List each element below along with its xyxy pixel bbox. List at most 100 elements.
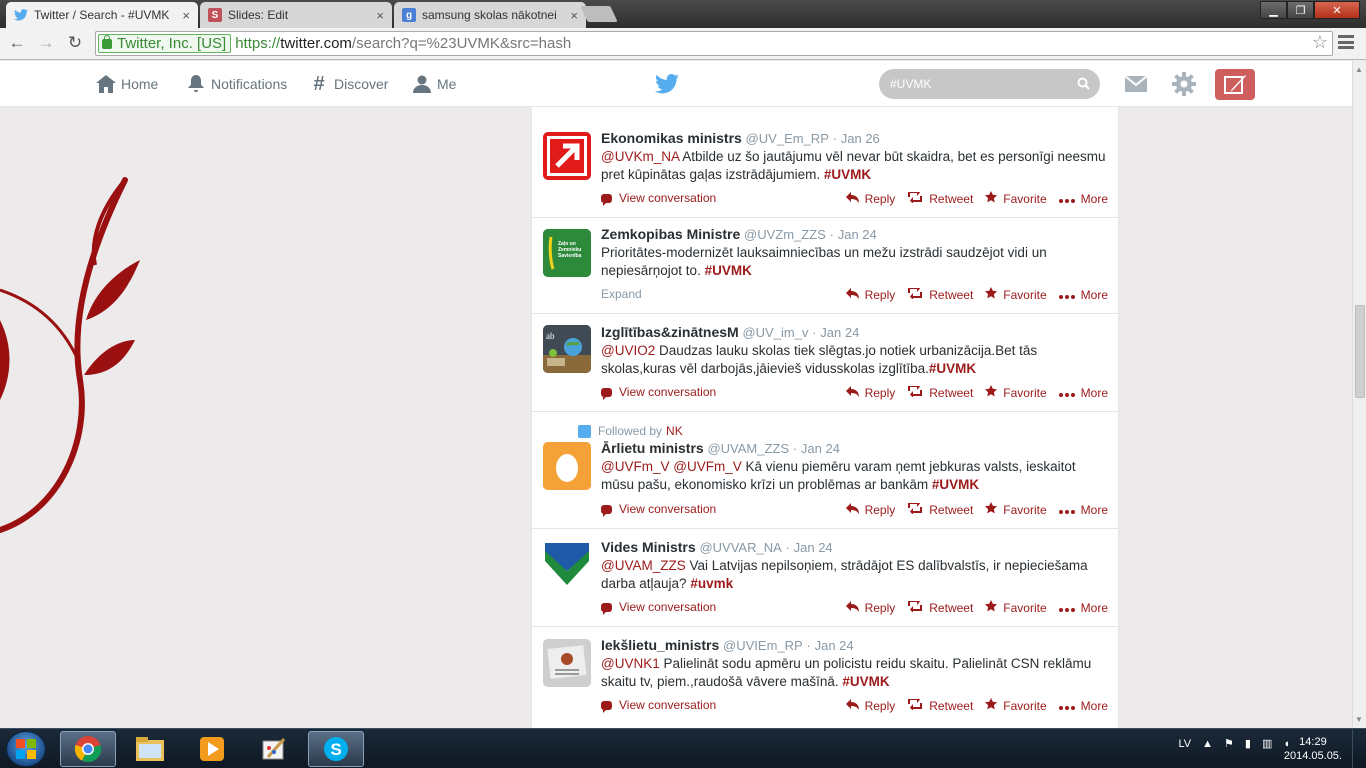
retweet-button[interactable]: Retweet xyxy=(907,695,973,713)
language-indicator[interactable]: LV xyxy=(1178,738,1191,750)
more-button[interactable]: More xyxy=(1058,601,1108,615)
battery-icon[interactable]: ▮ xyxy=(1245,737,1251,750)
more-button[interactable]: More xyxy=(1058,288,1108,302)
chrome-menu-icon[interactable] xyxy=(1338,35,1354,49)
avatar[interactable]: Zaļo un Zemnieku Savienība xyxy=(543,229,591,277)
view-conversation-link[interactable]: View conversation xyxy=(601,600,716,615)
tweet-author-handle[interactable]: @UVVAR_NA xyxy=(699,540,781,555)
view-conversation-link[interactable]: View conversation xyxy=(601,191,716,206)
taskbar-paint[interactable] xyxy=(246,731,302,767)
address-bar[interactable]: Twitter, Inc. [US] https://twitter.com/s… xyxy=(95,31,1333,56)
scroll-down-arrow-icon[interactable]: ▼ xyxy=(1355,715,1363,724)
tweet-hashtag-link[interactable]: #UVMK xyxy=(932,477,979,492)
reply-button[interactable]: Reply xyxy=(845,191,895,206)
settings-gear-icon[interactable] xyxy=(1171,71,1197,97)
avatar[interactable] xyxy=(543,132,591,180)
reply-button[interactable]: Reply xyxy=(845,502,895,517)
favorite-button[interactable]: Favorite xyxy=(985,385,1047,400)
favorite-button[interactable]: Favorite xyxy=(985,502,1047,517)
taskbar-chrome[interactable] xyxy=(60,731,116,767)
nav-me[interactable]: Me xyxy=(411,73,456,95)
taskbar-media-player[interactable] xyxy=(184,731,240,767)
view-conversation-link[interactable]: View conversation xyxy=(601,698,716,713)
window-close-button[interactable]: ✕ xyxy=(1314,1,1360,19)
tweet-mention-link[interactable]: @UVIO2 xyxy=(601,343,655,358)
reload-icon[interactable]: ↻ xyxy=(64,32,86,54)
tweet-mention-link[interactable]: @UVNK1 xyxy=(601,656,660,671)
url-text[interactable]: https://twitter.com/search?q=%23UVMK&src… xyxy=(235,35,571,52)
tweet-date[interactable]: Jan 24 xyxy=(794,540,833,555)
more-button[interactable]: More xyxy=(1058,699,1108,713)
retweet-button[interactable]: Retweet xyxy=(907,284,973,302)
bookmark-star-icon[interactable]: ☆ xyxy=(1312,32,1328,53)
view-conversation-link[interactable]: View conversation xyxy=(601,502,716,517)
tweet-date[interactable]: Jan 26 xyxy=(841,131,880,146)
forward-arrow-icon[interactable]: → xyxy=(35,32,57,54)
start-button[interactable] xyxy=(6,731,46,767)
retweet-button[interactable]: Retweet xyxy=(907,499,973,517)
tweet-author-handle[interactable]: @UV_Em_RP xyxy=(746,131,829,146)
tweet-hashtag-link[interactable]: #UVMK xyxy=(824,167,871,182)
scroll-up-arrow-icon[interactable]: ▲ xyxy=(1355,65,1363,74)
back-arrow-icon[interactable]: ← xyxy=(6,32,28,54)
page-scrollbar[interactable]: ▲ ▼ xyxy=(1352,61,1366,728)
reply-button[interactable]: Reply xyxy=(845,600,895,615)
taskbar-explorer[interactable] xyxy=(122,731,178,767)
retweet-button[interactable]: Retweet xyxy=(907,597,973,615)
favorite-button[interactable]: Favorite xyxy=(985,287,1047,302)
tweet-author-name[interactable]: Ārlietu ministrs xyxy=(601,440,704,456)
tweet-author-name[interactable]: Iekšlietu_ministrs xyxy=(601,637,719,653)
search-icon[interactable] xyxy=(1077,77,1090,90)
tweet-mention-link[interactable]: @UVKm_NA xyxy=(601,149,679,164)
tweet-mention-link[interactable]: @UVAM_ZZS xyxy=(601,558,686,573)
search-input[interactable]: #UVMK xyxy=(879,69,1100,99)
maximize-button[interactable]: ❐ xyxy=(1287,1,1314,19)
more-button[interactable]: More xyxy=(1058,386,1108,400)
scrollbar-thumb[interactable] xyxy=(1355,305,1365,398)
tweet-hashtag-link[interactable]: #UVMK xyxy=(705,263,752,278)
reply-button[interactable]: Reply xyxy=(845,698,895,713)
tab-close-icon[interactable]: × xyxy=(570,8,578,23)
avatar[interactable] xyxy=(543,541,591,589)
tweet-date[interactable]: Jan 24 xyxy=(801,441,840,456)
favorite-button[interactable]: Favorite xyxy=(985,191,1047,206)
tweet-mention-link[interactable]: @UVFm_V xyxy=(673,459,741,474)
more-button[interactable]: More xyxy=(1058,192,1108,206)
avatar[interactable] xyxy=(543,442,591,490)
nav-home[interactable]: Home xyxy=(95,73,158,95)
tweet-date[interactable]: Jan 24 xyxy=(815,638,854,653)
reply-button[interactable]: Reply xyxy=(845,287,895,302)
nav-notifications[interactable]: Notifications xyxy=(185,73,287,95)
compose-tweet-button[interactable] xyxy=(1215,69,1255,100)
minimize-button[interactable]: ▁ xyxy=(1260,1,1287,19)
tweet-mention-link[interactable]: @UVFm_V xyxy=(601,459,669,474)
tweet[interactable]: Vides Ministrs @UVVAR_NA · Jan 24 @UVAM_… xyxy=(532,529,1118,627)
tweet[interactable]: ab Izglītības&zinātnesM @UV_im_v · Jan 2… xyxy=(532,314,1118,412)
action-center-flag-icon[interactable]: ⚑ xyxy=(1224,737,1234,750)
tray-expand-icon[interactable]: ▲ xyxy=(1202,738,1213,750)
favorite-button[interactable]: Favorite xyxy=(985,600,1047,615)
tab-google-search[interactable]: g samsung skolas nākotnei × xyxy=(394,2,586,28)
tweet[interactable]: Zaļo un Zemnieku Savienība Zemkopibas Mini… xyxy=(532,218,1118,314)
tab-close-icon[interactable]: × xyxy=(376,8,384,23)
retweet-button[interactable]: Retweet xyxy=(907,188,973,206)
taskbar-skype[interactable]: S xyxy=(308,731,364,767)
tweet-author-name[interactable]: Vides Ministrs xyxy=(601,539,696,555)
retweet-button[interactable]: Retweet xyxy=(907,382,973,400)
tweet-author-handle[interactable]: @UVAM_ZZS xyxy=(707,441,789,456)
network-icon[interactable]: ▥ xyxy=(1262,737,1272,750)
avatar[interactable] xyxy=(543,639,591,687)
tweet-author-name[interactable]: Izglītības&zinātnesM xyxy=(601,324,739,340)
tweet-date[interactable]: Jan 24 xyxy=(838,227,877,242)
tweet-date[interactable]: Jan 24 xyxy=(820,325,859,340)
tweet-author-handle[interactable]: @UV_im_v xyxy=(742,325,808,340)
tweet-author-handle[interactable]: @UVIEm_RP xyxy=(723,638,803,653)
tweet-hashtag-link[interactable]: #uvmk xyxy=(690,576,733,591)
view-conversation-link[interactable]: View conversation xyxy=(601,385,716,400)
tweet-hashtag-link[interactable]: #UVMK xyxy=(842,674,889,689)
new-tab-button[interactable] xyxy=(580,6,618,22)
tweet[interactable]: Iekšlietu_ministrs @UVIEm_RP · Jan 24 @U… xyxy=(532,627,1118,728)
nav-discover[interactable]: # Discover xyxy=(308,73,388,95)
show-desktop-button[interactable] xyxy=(1352,729,1366,768)
tweet[interactable]: Followed by NK Ārlietu ministrs @UVAM_ZZ… xyxy=(532,412,1118,529)
